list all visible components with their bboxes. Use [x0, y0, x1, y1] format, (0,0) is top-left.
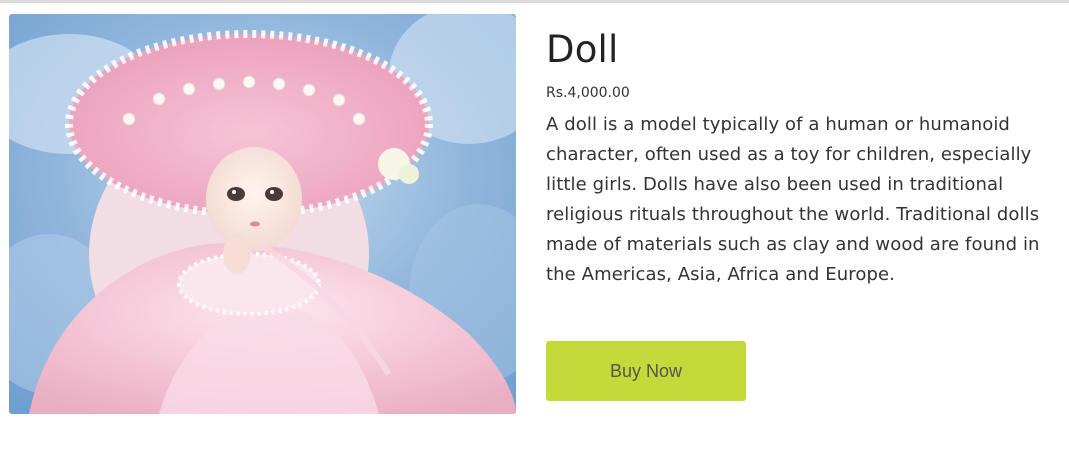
- product-image: [9, 14, 516, 414]
- product-description: A doll is a model typically of a human o…: [546, 114, 1040, 285]
- product-details: Doll Rs.4,000.00 A doll is a model typic…: [546, 24, 1051, 290]
- buy-now-button[interactable]: Buy Now: [546, 341, 746, 401]
- product-price: Rs.4,000.00: [546, 85, 630, 101]
- top-divider: [0, 0, 1069, 3]
- product-title: Doll: [546, 28, 619, 71]
